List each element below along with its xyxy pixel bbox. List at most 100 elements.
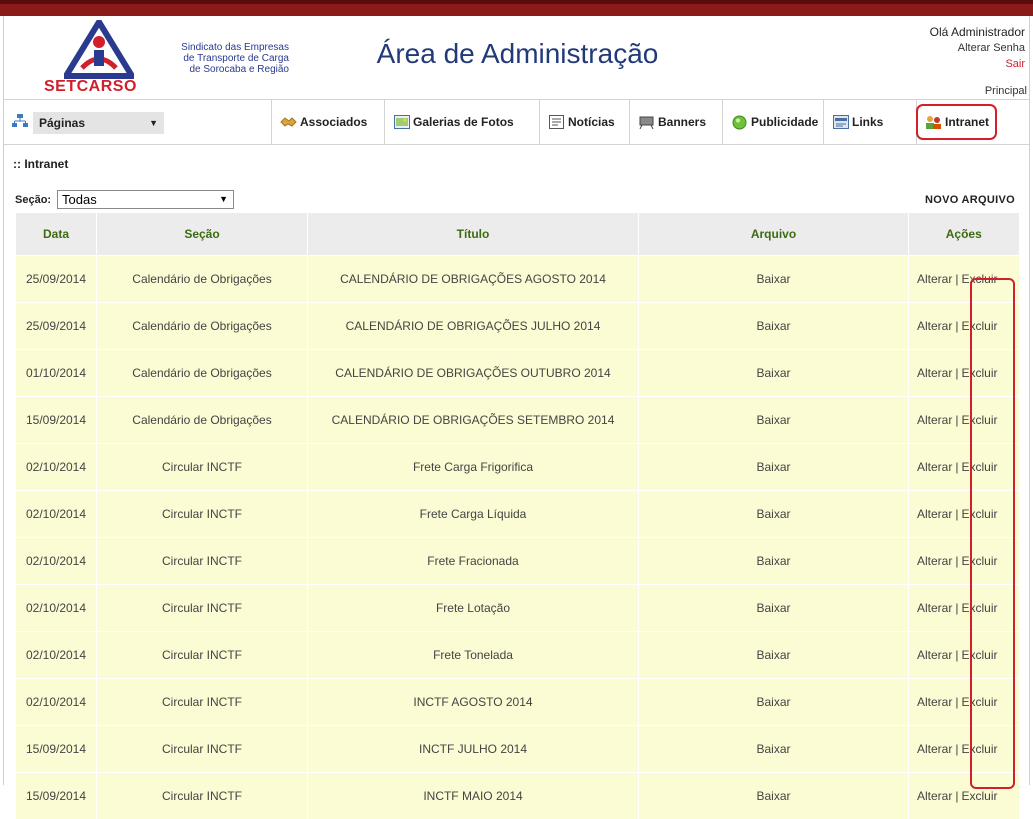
- breadcrumb: :: Intranet: [13, 157, 68, 171]
- header-arquivo[interactable]: Arquivo: [639, 213, 909, 256]
- nav-galerias[interactable]: Galerias de Fotos: [384, 100, 539, 144]
- row-title: Frete Tonelada: [308, 632, 639, 679]
- chevron-down-icon: ▼: [149, 112, 158, 134]
- row-date: 02/10/2014: [16, 444, 97, 491]
- nav-links-label: Links: [852, 115, 883, 129]
- logout-link[interactable]: Sair: [930, 56, 1025, 72]
- header-data[interactable]: Data: [16, 213, 97, 256]
- nav-links[interactable]: Links: [823, 100, 916, 144]
- edit-link[interactable]: Alterar: [917, 460, 952, 474]
- page-title: Área de Administração: [4, 38, 1031, 70]
- row-date: 01/10/2014: [16, 350, 97, 397]
- row-section: Circular INCTF: [97, 679, 308, 726]
- table-row: 25/09/2014Calendário de ObrigaçõesCALEND…: [16, 303, 1019, 350]
- row-title: Frete Carga Frigorifica: [308, 444, 639, 491]
- header-titulo[interactable]: Título: [308, 213, 639, 256]
- table-row: 02/10/2014Circular INCTFFrete Fracionada…: [16, 538, 1019, 585]
- section-filter-select[interactable]: Todas ▼: [57, 190, 234, 209]
- row-title: Frete Carga Líquida: [308, 491, 639, 538]
- row-file: Baixar: [639, 585, 909, 632]
- nav-publicidade-label: Publicidade: [751, 115, 818, 129]
- user-panel: Olá Administrador Alterar Senha Sair: [930, 24, 1025, 72]
- edit-link[interactable]: Alterar: [917, 789, 952, 803]
- download-link[interactable]: Baixar: [756, 366, 790, 380]
- row-section: Circular INCTF: [97, 444, 308, 491]
- table-header-row: Data Seção Título Arquivo Ações: [16, 213, 1019, 256]
- action-separator: |: [955, 789, 958, 803]
- row-file: Baixar: [639, 726, 909, 773]
- row-section: Circular INCTF: [97, 632, 308, 679]
- header-acoes: Ações: [909, 213, 1019, 256]
- row-file: Baixar: [639, 444, 909, 491]
- table-row: 02/10/2014Circular INCTFFrete ToneladaBa…: [16, 632, 1019, 679]
- nav-associados-label: Associados: [300, 115, 367, 129]
- row-title: INCTF AGOSTO 2014: [308, 679, 639, 726]
- row-title: CALENDÁRIO DE OBRIGAÇÕES SETEMBRO 2014: [308, 397, 639, 444]
- download-link[interactable]: Baixar: [756, 695, 790, 709]
- nav-publicidade[interactable]: Publicidade: [722, 100, 823, 144]
- greeting: Olá Administrador: [930, 24, 1025, 40]
- edit-link[interactable]: Alterar: [917, 272, 952, 286]
- download-link[interactable]: Baixar: [756, 742, 790, 756]
- download-link[interactable]: Baixar: [756, 413, 790, 427]
- edit-link[interactable]: Alterar: [917, 366, 952, 380]
- edit-link[interactable]: Alterar: [917, 554, 952, 568]
- section-filter-value: Todas: [62, 192, 97, 207]
- section-filter-label: Seção:: [15, 194, 51, 206]
- main-nav: Páginas ▼ Associados Galerias de Fotos N…: [4, 99, 1029, 145]
- row-date: 02/10/2014: [16, 538, 97, 585]
- pages-dropdown[interactable]: Páginas ▼: [33, 112, 164, 134]
- row-file: Baixar: [639, 773, 909, 819]
- logo-name: SETCARSO: [44, 78, 144, 96]
- table-row: 02/10/2014Circular INCTFINCTF AGOSTO 201…: [16, 679, 1019, 726]
- row-title: CALENDÁRIO DE OBRIGAÇÕES JULHO 2014: [308, 303, 639, 350]
- row-date: 25/09/2014: [16, 303, 97, 350]
- download-link[interactable]: Baixar: [756, 601, 790, 615]
- principal-link[interactable]: Principal: [985, 85, 1027, 97]
- row-title: INCTF JULHO 2014: [308, 726, 639, 773]
- advertising-icon: [731, 115, 748, 130]
- row-date: 25/09/2014: [16, 256, 97, 303]
- new-file-link[interactable]: NOVO ARQUIVO: [925, 194, 1015, 206]
- action-separator: |: [955, 742, 958, 756]
- edit-link[interactable]: Alterar: [917, 601, 952, 615]
- intranet-highlight: [916, 104, 997, 140]
- row-section: Circular INCTF: [97, 585, 308, 632]
- edit-link[interactable]: Alterar: [917, 695, 952, 709]
- row-title: CALENDÁRIO DE OBRIGAÇÕES AGOSTO 2014: [308, 256, 639, 303]
- download-link[interactable]: Baixar: [756, 507, 790, 521]
- download-link[interactable]: Baixar: [756, 554, 790, 568]
- download-link[interactable]: Baixar: [756, 319, 790, 333]
- change-password-link[interactable]: Alterar Senha: [930, 40, 1025, 56]
- header-secao[interactable]: Seção: [97, 213, 308, 256]
- nav-banners[interactable]: Banners: [629, 100, 722, 144]
- edit-link[interactable]: Alterar: [917, 413, 952, 427]
- action-separator: |: [955, 554, 958, 568]
- row-file: Baixar: [639, 491, 909, 538]
- edit-link[interactable]: Alterar: [917, 507, 952, 521]
- page-shell: Sindicato das Empresas de Transporte de …: [3, 16, 1030, 785]
- nav-noticias[interactable]: Notícias: [539, 100, 629, 144]
- row-file: Baixar: [639, 632, 909, 679]
- delete-link[interactable]: Excluir: [961, 789, 997, 803]
- row-section: Calendário de Obrigações: [97, 256, 308, 303]
- row-file: Baixar: [639, 256, 909, 303]
- edit-link[interactable]: Alterar: [917, 648, 952, 662]
- download-link[interactable]: Baixar: [756, 789, 790, 803]
- top-bar: [0, 0, 1033, 16]
- row-section: Circular INCTF: [97, 726, 308, 773]
- table-row: 25/09/2014Calendário de ObrigaçõesCALEND…: [16, 256, 1019, 303]
- download-link[interactable]: Baixar: [756, 460, 790, 474]
- edit-link[interactable]: Alterar: [917, 742, 952, 756]
- chevron-down-icon: ▼: [219, 191, 228, 208]
- banner-icon: [638, 115, 655, 130]
- pages-dropdown-value: Páginas: [39, 116, 85, 130]
- row-title: INCTF MAIO 2014: [308, 773, 639, 819]
- nav-associados[interactable]: Associados: [271, 100, 384, 144]
- row-date: 15/09/2014: [16, 773, 97, 819]
- download-link[interactable]: Baixar: [756, 648, 790, 662]
- edit-link[interactable]: Alterar: [917, 319, 952, 333]
- sitemap-icon: [12, 114, 28, 128]
- download-link[interactable]: Baixar: [756, 272, 790, 286]
- row-date: 02/10/2014: [16, 491, 97, 538]
